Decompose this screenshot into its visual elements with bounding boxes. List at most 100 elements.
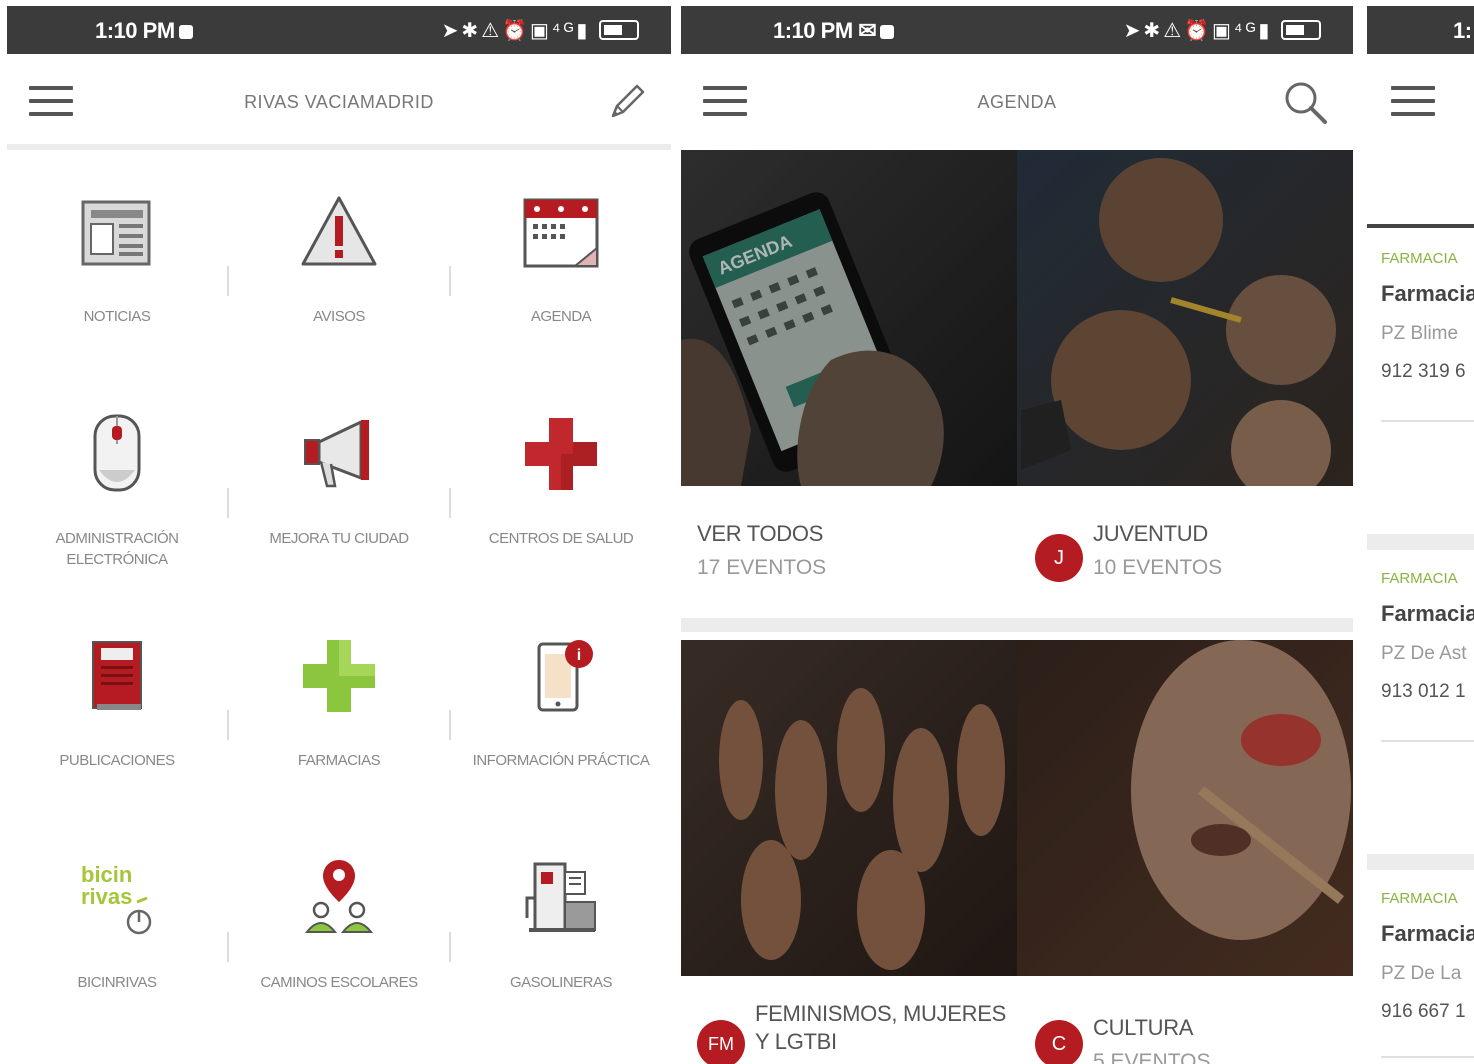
agenda-category-row-2: FM FEMINISMOS, MUJERES Y LGTBI C CULTURA… (681, 976, 1353, 1064)
tile-noticias[interactable]: NOTICIAS (7, 156, 227, 376)
tile-label: CAMINOS ESCOLARES (260, 974, 418, 991)
pharmacies-screen-partial: 1: FARMACIA Farmacia PZ Blime 912 319 6 … (1367, 6, 1474, 1064)
pharmacy-phone[interactable]: 916 667 1 (1367, 1001, 1474, 1023)
category-name: CULTURA (1093, 1015, 1194, 1040)
pharmacy-name: Farmacia (1381, 921, 1474, 946)
pharmacy-address: PZ Blime (1381, 323, 1459, 344)
category-badge-cultura: C (1035, 1020, 1083, 1064)
calendar-icon (523, 198, 599, 268)
pharmacy-card[interactable]: FARMACIA Farmacia PZ Blime 912 319 6 (1367, 250, 1474, 530)
agenda-photo-top[interactable]: AGENDA (681, 150, 1353, 486)
tile-label: PUBLICACIONES (59, 752, 175, 769)
gas-station-icon (525, 862, 596, 932)
megaphone-icon (304, 420, 369, 488)
section-divider (681, 618, 1353, 632)
card-divider (1381, 420, 1474, 422)
tile-caminos-escolares[interactable]: CAMINOS ESCOLARES (229, 822, 449, 1042)
tile-label: FARMACIAS (297, 752, 381, 769)
publication-icon (92, 641, 142, 710)
tile-agenda[interactable]: AGENDA (451, 156, 671, 376)
app-bar: RIVAS VACIAMADRID (7, 54, 671, 150)
tile-label: AGENDA (530, 308, 592, 325)
warning-icon (301, 196, 377, 266)
card-divider (1381, 1056, 1474, 1058)
status-time: 1:10 PM ✉ (773, 18, 895, 44)
tile-publicaciones[interactable]: PUBLICACIONES (7, 600, 227, 820)
status-icons: ➤✱⚠⏰▣⁴ᴳ▮ (442, 18, 639, 43)
school-route-icon (304, 860, 374, 933)
tile-mejora-tu-ciudad[interactable]: MEJORA TU CIUDAD (229, 378, 449, 598)
section-divider (1367, 854, 1474, 870)
search-icon[interactable] (1281, 78, 1329, 126)
status-icons: ➤✱⚠⏰▣⁴ᴳ▮ (1124, 18, 1321, 43)
pharmacy-kind: FARMACIA (1381, 890, 1458, 907)
pharmacy-name: Farmacia (1381, 601, 1474, 626)
pharmacy-card[interactable]: FARMACIA Farmacia PZ De La 916 667 1 (1367, 890, 1474, 1064)
mouse-icon (93, 414, 141, 492)
category-count: 17 EVENTOS (697, 556, 827, 579)
tile-informacion-practica[interactable]: i INFORMACIÓN PRÁCTICA (451, 600, 671, 820)
section-divider (1367, 534, 1474, 550)
category-count: 5 EVENTOS (1093, 1050, 1211, 1064)
tile-label: INFORMACIÓN PRÁCTICA (472, 752, 650, 769)
category-badge-feminismos: FM (697, 1020, 745, 1064)
pharmacy-kind: FARMACIA (1381, 250, 1458, 267)
category-feminismos[interactable]: FEMINISMOS, MUJERES Y LGTBI (755, 1000, 1015, 1056)
status-bar: 1:10 PM ➤✱⚠⏰▣⁴ᴳ▮ (7, 6, 671, 54)
card-divider (1381, 740, 1474, 742)
status-time: 1: (1453, 18, 1472, 43)
tile-gasolineras[interactable]: GASOLINERAS (451, 822, 671, 1042)
status-bar: 1:10 PM ✉ ➤✱⚠⏰▣⁴ᴳ▮ (681, 6, 1353, 54)
pharmacy-name: Farmacia (1381, 281, 1474, 306)
menu-icon[interactable] (1391, 86, 1435, 118)
info-badge-text: i (577, 647, 581, 664)
tile-label: BICINRIVAS (77, 974, 157, 991)
newspaper-icon (81, 200, 151, 266)
agenda-photo-bottom[interactable] (681, 640, 1353, 976)
category-ver-todos[interactable]: VER TODOS 17 EVENTOS (697, 520, 826, 580)
tile-centros-de-salud[interactable]: CENTROS DE SALUD (451, 378, 671, 598)
status-bar: 1: (1367, 6, 1474, 54)
tile-label: ADMINISTRACIÓN ELECTRÓNICA (55, 530, 179, 568)
app-bar: AGENDA (681, 54, 1353, 150)
category-badge-juventud: J (1035, 534, 1083, 582)
category-cultura[interactable]: CULTURA 5 EVENTOS (1093, 1014, 1211, 1064)
agenda-category-row-1: VER TODOS 17 EVENTOS J JUVENTUD 10 EVENT… (681, 486, 1353, 616)
tile-label: CENTROS DE SALUD (488, 530, 634, 547)
pharmacy-phone[interactable]: 913 012 1 (1367, 681, 1474, 703)
category-name: FEMINISMOS, MUJERES Y LGTBI (755, 1001, 1006, 1054)
agenda-screen: 1:10 PM ✉ ➤✱⚠⏰▣⁴ᴳ▮ AGENDA AGENDA VER TOD… (681, 6, 1353, 1064)
category-name: VER TODOS (697, 521, 824, 546)
home-screen: 1:10 PM ➤✱⚠⏰▣⁴ᴳ▮ RIVAS VACIAMADRID NOTIC… (7, 6, 671, 1064)
page-title: AGENDA (977, 92, 1057, 112)
tile-farmacias[interactable]: FARMACIAS (229, 600, 449, 820)
page-title: RIVAS VACIAMADRID (244, 92, 434, 112)
pharmacy-kind: FARMACIA (1381, 570, 1458, 587)
tile-label: MEJORA TU CIUDAD (269, 530, 409, 547)
tile-bicinrivas[interactable]: bicin rivas BICINRIVAS (7, 822, 227, 1042)
battery-icon (599, 20, 639, 40)
tile-avisos[interactable]: AVISOS (229, 156, 449, 376)
edit-pencil-icon[interactable] (605, 78, 651, 124)
pharmacy-address: PZ De Ast (1381, 643, 1467, 664)
tile-administracion[interactable]: ADMINISTRACIÓN ELECTRÓNICA (7, 378, 227, 598)
bicinrivas-logo-icon: bicin rivas (81, 862, 152, 935)
pharmacy-address: PZ De La (1381, 963, 1462, 984)
category-juventud[interactable]: JUVENTUD 10 EVENTOS (1093, 520, 1222, 580)
pharmacy-phone[interactable]: 912 319 6 (1367, 361, 1474, 383)
screenshot-collage: 1:10 PM ➤✱⚠⏰▣⁴ᴳ▮ RIVAS VACIAMADRID NOTIC… (0, 0, 1474, 1064)
tile-label: NOTICIAS (83, 308, 151, 325)
tab-indicator (1367, 224, 1474, 228)
pharmacy-card[interactable]: FARMACIA Farmacia PZ De Ast 913 012 1 (1367, 570, 1474, 850)
tile-label: AVISOS (313, 308, 365, 325)
bicinrivas-logo-text-2: rivas (81, 884, 132, 909)
phone-info-icon: i (537, 640, 593, 712)
red-cross-icon (525, 418, 597, 490)
category-name: JUVENTUD (1093, 521, 1208, 546)
battery-icon (1281, 20, 1321, 40)
tile-label: GASOLINERAS (509, 974, 613, 991)
category-count: 10 EVENTOS (1093, 556, 1223, 579)
status-time: 1:10 PM (95, 18, 193, 44)
app-bar (1367, 54, 1474, 150)
green-cross-icon (303, 640, 375, 712)
